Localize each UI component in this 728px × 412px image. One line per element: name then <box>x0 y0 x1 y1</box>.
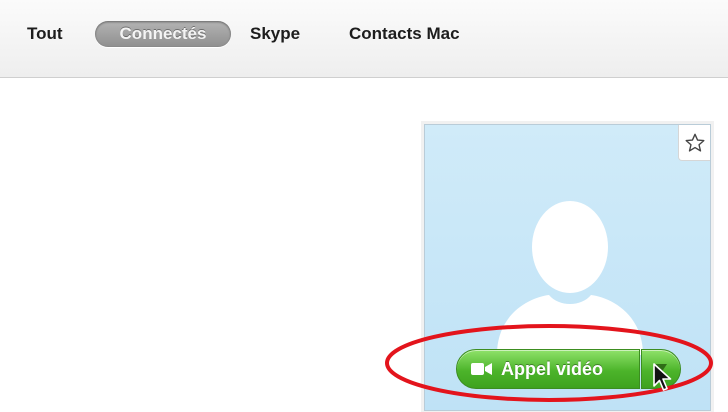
triangle-down-icon <box>655 364 667 373</box>
filter-tab-online[interactable]: Connectés <box>95 21 231 47</box>
skype-contacts-view: Tout Connectés Skype Contacts Mac Appel … <box>0 0 728 412</box>
favorite-button[interactable] <box>678 125 710 161</box>
video-call-label: Appel vidéo <box>501 359 604 379</box>
filter-tab-mac-contacts[interactable]: Contacts Mac <box>349 21 460 47</box>
filter-tab-skype[interactable]: Skype <box>250 21 300 47</box>
filter-tab-all[interactable]: Tout <box>27 21 63 47</box>
video-camera-icon <box>471 363 492 375</box>
call-options-button[interactable] <box>641 349 681 389</box>
contact-filter-bar: Tout Connectés Skype Contacts Mac <box>0 0 728 78</box>
video-call-button[interactable]: Appel vidéo <box>456 349 640 389</box>
star-outline-icon <box>685 133 705 152</box>
